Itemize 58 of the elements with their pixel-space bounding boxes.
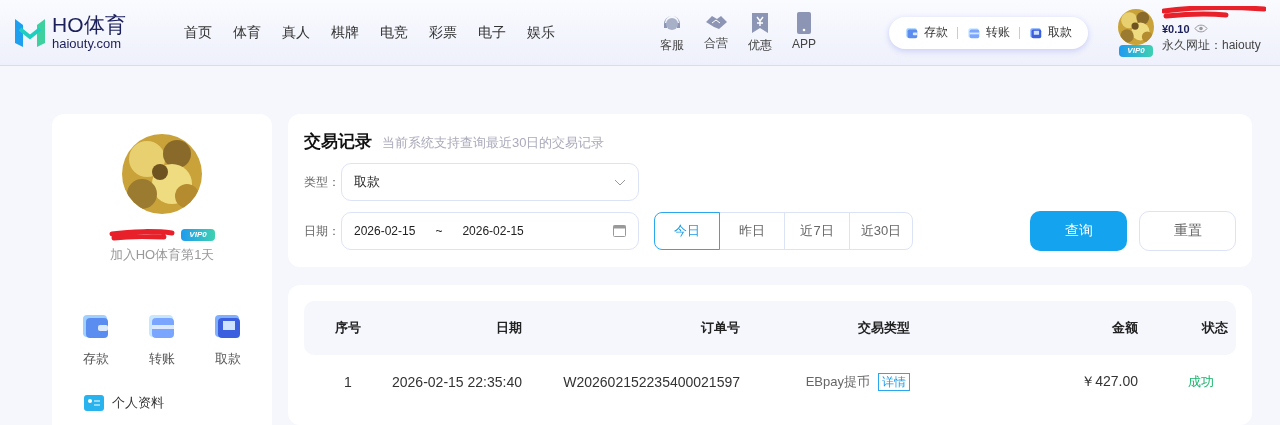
eye-icon[interactable] bbox=[1193, 24, 1208, 33]
column-header: 日期 bbox=[495, 319, 522, 337]
column-header: 金额 bbox=[1111, 319, 1138, 337]
nav-link[interactable]: 棋牌 bbox=[331, 23, 359, 42]
table-cell-text: 1 bbox=[343, 374, 353, 390]
nav-link[interactable]: 电子 bbox=[478, 23, 506, 42]
nav-link[interactable]: 娱乐 bbox=[527, 23, 555, 42]
status-text: 成功 bbox=[1187, 373, 1215, 391]
redaction-mark bbox=[109, 229, 176, 241]
logo-title: HO体育 bbox=[52, 14, 126, 36]
service-label[interactable]: 优惠 bbox=[748, 36, 772, 54]
column-header: 序号 bbox=[334, 319, 362, 337]
join-days: 加入HO体育第1天 bbox=[109, 246, 215, 264]
wallet-action[interactable]: 转账 bbox=[986, 24, 1010, 41]
action-label[interactable]: 取款 bbox=[215, 350, 241, 368]
action-label[interactable]: 存款 bbox=[83, 350, 109, 368]
phone-icon[interactable] bbox=[797, 11, 811, 34]
vip-badge: VIP0 bbox=[1119, 44, 1153, 57]
column-header: 订单号 bbox=[700, 319, 740, 337]
page-subtitle: 当前系统支持查询最近30日的交易记录 bbox=[382, 134, 605, 152]
balance: ¥0.10 bbox=[1162, 22, 1190, 35]
date-range-field[interactable]: 2026-02-15 ~ 2026-02-15 bbox=[341, 212, 639, 250]
nav-link[interactable]: 彩票 bbox=[429, 23, 457, 42]
ticket-icon[interactable] bbox=[751, 11, 769, 34]
calendar-icon bbox=[613, 225, 626, 237]
table-cell-text: W202602152235400021597 bbox=[562, 374, 740, 390]
range-tab[interactable]: 昨日 bbox=[719, 212, 785, 250]
nav-link[interactable]: 电竞 bbox=[380, 23, 408, 42]
service-label[interactable]: APP bbox=[792, 36, 816, 51]
id-card-icon[interactable] bbox=[84, 395, 104, 411]
range-tab[interactable]: 近7日 bbox=[784, 212, 850, 250]
column-header: 状态 bbox=[1200, 319, 1229, 337]
vip-badge: VIP0 bbox=[181, 229, 215, 241]
atm-icon[interactable] bbox=[1029, 25, 1043, 40]
nav-link[interactable]: 体育 bbox=[233, 23, 261, 42]
reset-button[interactable]: 重置 bbox=[1139, 211, 1236, 251]
column-header: 交易类型 bbox=[857, 319, 910, 337]
service-label[interactable]: 客服 bbox=[660, 36, 684, 54]
card-icon[interactable] bbox=[967, 25, 981, 40]
nav-link[interactable]: 首页 bbox=[184, 23, 212, 42]
chevron-down-icon bbox=[614, 178, 626, 186]
page-title: 交易记录 bbox=[304, 131, 372, 153]
nav-link[interactable]: 真人 bbox=[282, 23, 310, 42]
menu-item[interactable]: 个人资料 bbox=[112, 394, 164, 412]
wallet-action[interactable]: 存款 bbox=[924, 24, 948, 41]
table-cell: EBpay提币 bbox=[805, 373, 870, 391]
service-label[interactable]: 合营 bbox=[704, 34, 728, 52]
wallet-icon[interactable] bbox=[905, 25, 919, 40]
type-select[interactable]: 取款 bbox=[341, 163, 639, 201]
action-label[interactable]: 转账 bbox=[149, 350, 175, 368]
site-url: 永久网址：haiouty bbox=[1162, 36, 1261, 54]
range-tab[interactable]: 近30日 bbox=[849, 212, 913, 250]
wallet-action[interactable]: 取款 bbox=[1048, 24, 1072, 41]
field-label: 日期： bbox=[304, 222, 341, 240]
table-cell: 2026-02-15 22:35:40 bbox=[392, 374, 522, 390]
table-cell-text: ￥427.00 bbox=[1080, 373, 1138, 391]
field-label: 类型： bbox=[304, 173, 341, 191]
logo-domain: haiouty.com bbox=[52, 36, 123, 51]
